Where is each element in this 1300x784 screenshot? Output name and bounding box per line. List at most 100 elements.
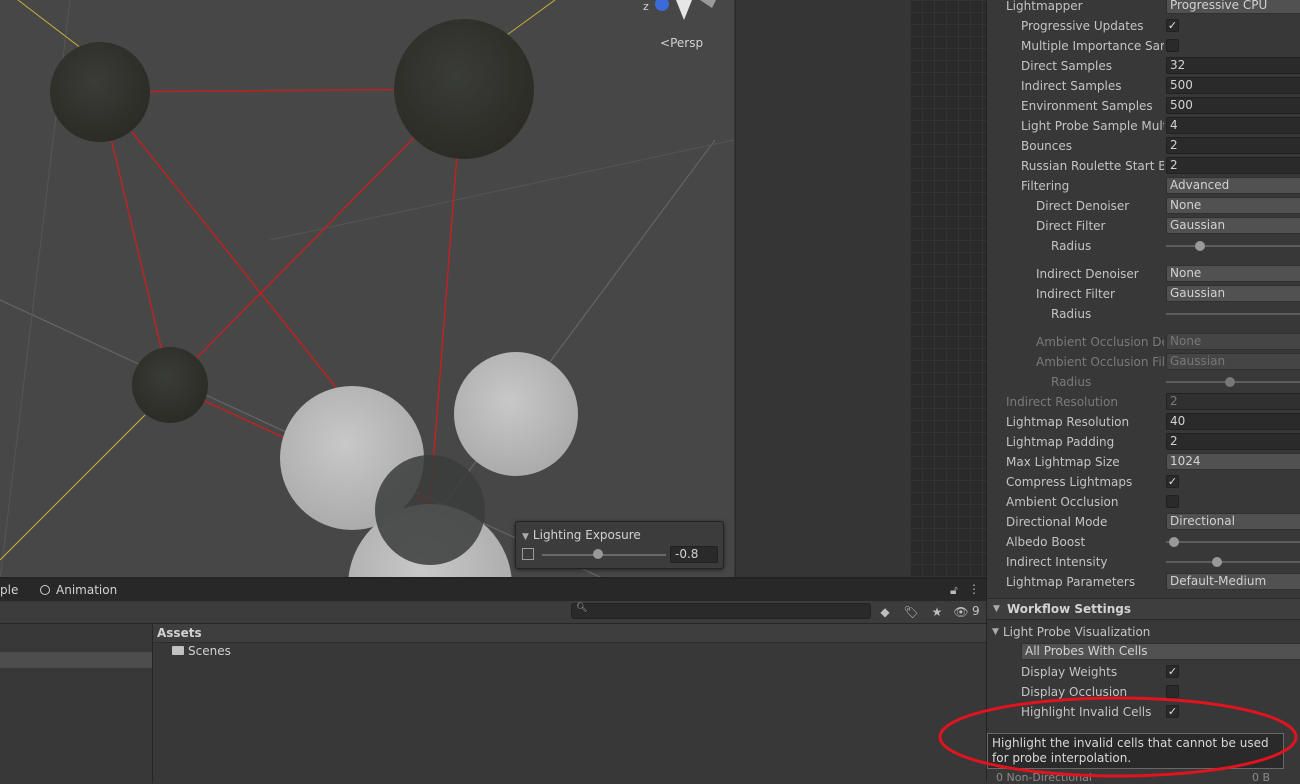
- directional-mode-label: Directional Mode: [1006, 515, 1108, 529]
- ao-filter-row: Ambient Occlusion FilterGaussian: [987, 352, 1300, 372]
- light-probe-vis-row[interactable]: ▼ Light Probe Visualization: [987, 622, 1300, 642]
- label-filter-icon[interactable]: 🏷︎: [902, 604, 920, 620]
- lock-icon[interactable]: 🔓︎: [950, 583, 958, 598]
- indirect-filter-label: Indirect Filter: [1036, 287, 1115, 301]
- direct-filter-row: Direct Filter Gaussian: [987, 216, 1300, 236]
- tab-console[interactable]: ple: [0, 583, 18, 597]
- indirect-resolution-label: Indirect Resolution: [1006, 395, 1118, 409]
- folder-icon: [172, 646, 184, 655]
- bounces-label: Bounces: [1021, 139, 1073, 153]
- lighting-exposure-header[interactable]: ▼ Lighting Exposure: [522, 528, 641, 542]
- light-probe: [454, 352, 578, 476]
- russian-roulette-row: Russian Roulette Start Bounce2: [987, 156, 1300, 176]
- scene-view[interactable]: z <Persp ▼ Lighting Exposure -0.8: [0, 0, 734, 577]
- gizmo-axis-label: z: [643, 0, 649, 13]
- tree-selected-item[interactable]: [0, 652, 152, 668]
- display-occlusion-row: Display Occlusion: [987, 682, 1300, 702]
- lightmap-parameters-dropdown[interactable]: Default-Medium: [1166, 573, 1300, 590]
- direct-filter-dropdown[interactable]: Gaussian: [1166, 217, 1300, 234]
- indirect-samples-row: Indirect Samples 500: [987, 76, 1300, 96]
- multiple-importance-checkbox[interactable]: [1166, 39, 1179, 52]
- direct-samples-label: Direct Samples: [1021, 59, 1112, 73]
- compress-lightmaps-label: Compress Lightmaps: [1006, 475, 1133, 489]
- russian-roulette-field[interactable]: 2: [1166, 157, 1300, 174]
- direct-radius-slider-track[interactable]: [1166, 245, 1300, 247]
- indirect-filter-dropdown[interactable]: Gaussian: [1166, 285, 1300, 302]
- light-probe-vis-label: Light Probe Visualization: [1003, 625, 1151, 639]
- compress-lightmaps-row: Compress Lightmaps ✓: [987, 472, 1300, 492]
- multiple-importance-label: Multiple Importance Sampling: [1021, 39, 1164, 53]
- lighting-exposure-overlay[interactable]: ▼ Lighting Exposure -0.8: [515, 521, 724, 569]
- exposure-slider-handle[interactable]: [592, 549, 603, 559]
- bounces-field[interactable]: 2: [1166, 137, 1300, 154]
- workflow-settings-label: Workflow Settings: [1007, 602, 1131, 616]
- game-view-panel: [735, 0, 911, 577]
- albedo-boost-slider-track[interactable]: [1166, 541, 1300, 543]
- hidden-packages-icon[interactable]: 👁︎: [952, 604, 970, 620]
- highlight-invalid-checkbox[interactable]: ✓: [1166, 705, 1179, 718]
- indirect-filter-row: Indirect Filter Gaussian: [987, 284, 1300, 304]
- ambient-occlusion-label: Ambient Occlusion: [1006, 495, 1119, 509]
- ambient-occlusion-checkbox[interactable]: [1166, 495, 1179, 508]
- indirect-denoiser-dropdown[interactable]: None: [1166, 265, 1300, 282]
- progressive-updates-checkbox[interactable]: ✓: [1166, 19, 1179, 32]
- indirect-intensity-slider-handle[interactable]: [1211, 557, 1222, 567]
- collapse-triangle-icon: ▼: [992, 627, 999, 637]
- tab-animation[interactable]: Animation: [56, 583, 117, 597]
- albedo-boost-slider-handle[interactable]: [1168, 537, 1179, 547]
- probes-mode-dropdown[interactable]: All Probes With Cells: [1021, 643, 1300, 660]
- more-options-icon[interactable]: ⋮: [968, 582, 980, 596]
- workflow-settings-header[interactable]: ▼ Workflow Settings: [987, 598, 1300, 620]
- partial-row-value: 0 B: [1252, 771, 1271, 784]
- lightmapper-row: Lightmapper Progressive CPU: [987, 0, 1300, 16]
- project-toolbar: 🔍︎ ◆ 🏷︎ ★ 👁︎ 9: [0, 601, 986, 624]
- compress-lightmaps-checkbox[interactable]: ✓: [1166, 475, 1179, 488]
- light-probe-sample-field[interactable]: 4: [1166, 117, 1300, 134]
- light-probe-sample-label: Light Probe Sample Multiplier: [1021, 119, 1164, 133]
- indirect-samples-label: Indirect Samples: [1021, 79, 1122, 93]
- indirect-resolution-row: Indirect Resolution 2: [987, 392, 1300, 412]
- directional-mode-dropdown[interactable]: Directional: [1166, 513, 1300, 530]
- persp-toggle[interactable]: <Persp: [660, 36, 703, 50]
- folder-item[interactable]: Scenes: [172, 644, 231, 658]
- filter-type-icon[interactable]: ◆: [876, 604, 894, 620]
- lightmap-padding-row: Lightmap Padding 2: [987, 432, 1300, 452]
- albedo-boost-row: Albedo Boost: [987, 532, 1300, 552]
- environment-samples-label: Environment Samples: [1021, 99, 1153, 113]
- indirect-radius-slider-track[interactable]: [1166, 313, 1300, 315]
- direct-radius-slider-handle[interactable]: [1194, 241, 1205, 251]
- project-folder-tree[interactable]: [0, 624, 153, 783]
- light-probe: [375, 455, 485, 565]
- indirect-intensity-slider-track[interactable]: [1166, 561, 1300, 563]
- ao-radius-slider-handle: [1224, 377, 1235, 387]
- scene-canvas[interactable]: z: [0, 0, 734, 577]
- light-guide-line: [499, 0, 556, 41]
- search-input[interactable]: 🔍︎: [571, 603, 871, 619]
- exposure-slider-track[interactable]: [542, 554, 666, 556]
- indirect-samples-field[interactable]: 500: [1166, 77, 1300, 94]
- direct-samples-field[interactable]: 32: [1166, 57, 1300, 74]
- directional-mode-row: Directional Mode Directional: [987, 512, 1300, 532]
- direct-denoiser-dropdown[interactable]: None: [1166, 197, 1300, 214]
- environment-samples-field[interactable]: 500: [1166, 97, 1300, 114]
- highlight-invalid-label: Highlight Invalid Cells: [1021, 705, 1152, 719]
- orientation-gizmo: [655, 0, 716, 20]
- assets-breadcrumb[interactable]: Assets: [153, 624, 986, 643]
- lightmapper-dropdown[interactable]: Progressive CPU: [1166, 0, 1300, 14]
- exposure-value-field[interactable]: -0.8: [670, 546, 718, 563]
- lighting-inspector: Lightmapper Progressive CPU Progressive U…: [986, 0, 1300, 781]
- light-probe: [50, 42, 150, 142]
- max-lightmap-size-dropdown[interactable]: 1024: [1166, 453, 1300, 470]
- direct-radius-row: Radius: [987, 236, 1300, 256]
- lightmap-padding-field[interactable]: 2: [1166, 433, 1300, 450]
- favorites-icon[interactable]: ★: [928, 604, 946, 620]
- ao-radius-row: Radius: [987, 372, 1300, 392]
- max-lightmap-size-row: Max Lightmap Size 1024: [987, 452, 1300, 472]
- tooltip: Highlight the invalid cells that cannot …: [987, 733, 1284, 769]
- exposure-icon: [522, 548, 534, 560]
- display-weights-checkbox[interactable]: ✓: [1166, 665, 1179, 678]
- ao-filter-label: Ambient Occlusion Filter: [1036, 355, 1164, 369]
- filtering-dropdown[interactable]: Advanced: [1166, 177, 1300, 194]
- display-occlusion-checkbox[interactable]: [1166, 685, 1179, 698]
- lightmap-resolution-field[interactable]: 40: [1166, 413, 1300, 430]
